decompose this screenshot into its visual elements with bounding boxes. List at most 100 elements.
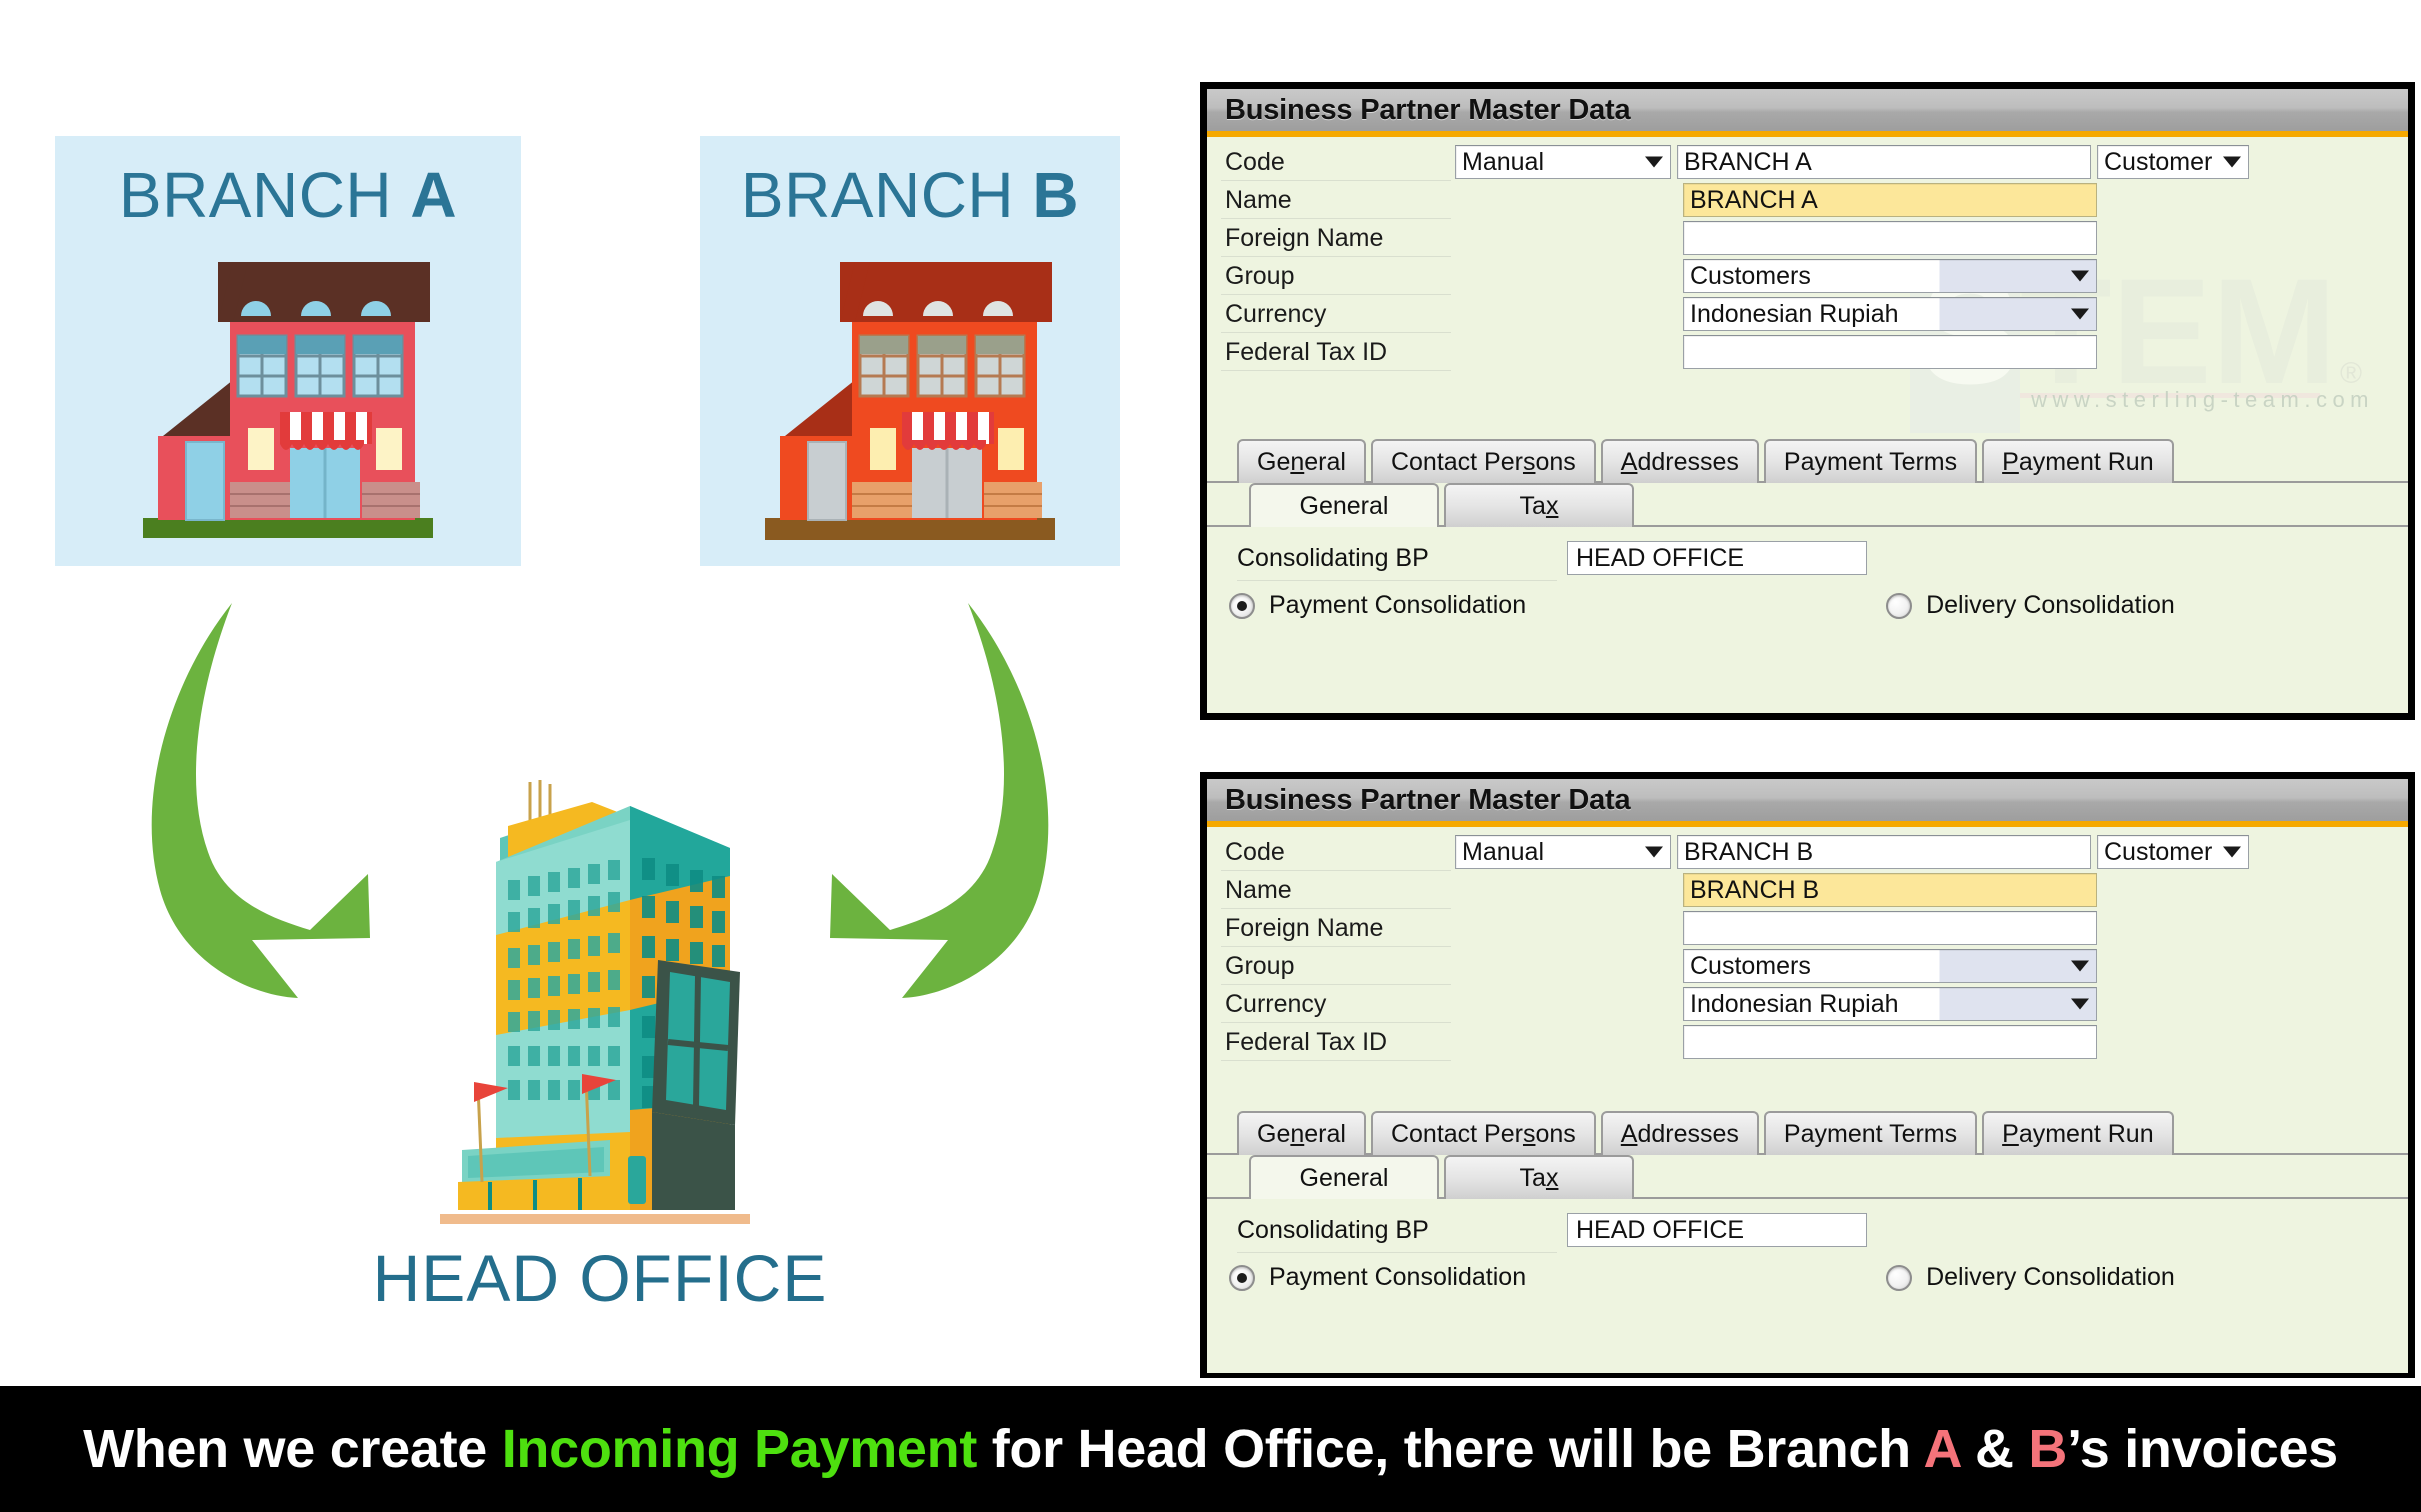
name-label: Name: [1207, 876, 1455, 909]
branch-b-panel: BRANCH B: [700, 136, 1120, 566]
window-body: Code Manual BRANCH B Customer Name BRANC…: [1207, 827, 2408, 1367]
field-row-code: Code Manual BRANCH B Customer: [1207, 833, 2408, 871]
tab-contact-persons[interactable]: Contact Per s ons: [1370, 439, 1596, 483]
caption-text: When we create Incoming Payment for Head…: [83, 1418, 2338, 1480]
delivery-consolidation-label: Delivery Consolidation: [1926, 591, 2175, 619]
delivery-consolidation-label: Delivery Consolidation: [1926, 1263, 2175, 1291]
caption-part-2: for Head Office, there will be Branch: [977, 1419, 1924, 1479]
tab-addresses[interactable]: Addresses: [1600, 1111, 1759, 1155]
branch-b-shop-icon: [765, 262, 1055, 540]
caption-highlight-a: A: [1923, 1419, 1961, 1479]
field-row-group: Group Customers: [1207, 947, 2408, 985]
payment-consolidation-radio[interactable]: [1229, 592, 1255, 619]
code-label: Code: [1207, 148, 1455, 181]
payment-consolidation-label: Payment Consolidation: [1269, 591, 1527, 619]
chevron-down-icon: [2071, 998, 2089, 1010]
branch-b-label: BRANCH B: [740, 159, 1080, 231]
code-mode-dropdown[interactable]: Manual: [1455, 145, 1671, 179]
currency-dropdown[interactable]: Indonesian Rupiah: [1683, 987, 2097, 1021]
subtab-general[interactable]: General: [1249, 1155, 1439, 1199]
caption-bar: When we create Incoming Payment for Head…: [0, 1386, 2421, 1512]
consolidation-radio-group: Payment Consolidation Delivery Consolida…: [1207, 1247, 2408, 1292]
federal-tax-id-input[interactable]: [1683, 1025, 2097, 1059]
main-tabs: Ge n eral Contact Per s ons Addresses Paymen…: [1207, 437, 2408, 483]
name-input[interactable]: BRANCH B: [1683, 873, 2097, 907]
subtab-general[interactable]: General: [1249, 483, 1439, 527]
federal-tax-id-input[interactable]: [1683, 335, 2097, 369]
code-label: Code: [1207, 838, 1455, 871]
partner-type-dropdown[interactable]: Customer: [2097, 145, 2249, 179]
tab-payment-terms[interactable]: Payment Terms: [1763, 1111, 1978, 1155]
tab-general[interactable]: Ge n eral: [1237, 1111, 1366, 1155]
federal-tax-id-label: Federal Tax ID: [1207, 338, 1455, 371]
head-office-skyscraper-icon: [440, 780, 750, 1224]
field-row-name: Name BRANCH A: [1207, 181, 2408, 219]
code-value-input[interactable]: BRANCH B: [1677, 835, 2091, 869]
branch-a-shop-icon: [143, 262, 433, 538]
consolidating-bp-input[interactable]: HEAD OFFICE: [1567, 541, 1867, 575]
consolidating-bp-label: Consolidating BP: [1237, 544, 1567, 581]
business-partner-master-data-window-a: Business Partner Master Data S TEM ® www…: [1200, 82, 2415, 720]
window-body: S TEM ® www.sterling-team.com Code Manua…: [1207, 137, 2408, 707]
name-label: Name: [1207, 186, 1455, 219]
subtab-tax[interactable]: Ta x: [1444, 1155, 1634, 1199]
tab-payment-run[interactable]: Payment Run: [1982, 439, 2174, 483]
sub-tabs: General Ta x: [1207, 481, 2408, 527]
tab-payment-run[interactable]: Payment Run: [1982, 1111, 2174, 1155]
code-value-input[interactable]: BRANCH A: [1677, 145, 2091, 179]
consolidating-bp-row: Consolidating BP HEAD OFFICE: [1207, 527, 2408, 581]
caption-part-3: &: [1960, 1419, 2029, 1479]
arrow-branch-b-to-head-office-icon: [830, 603, 1049, 998]
tab-contact-persons[interactable]: Contact Per s ons: [1370, 1111, 1596, 1155]
branch-a-label: BRANCH A: [118, 159, 458, 231]
chevron-down-icon: [2223, 846, 2241, 858]
consolidating-bp-row: Consolidating BP HEAD OFFICE: [1207, 1199, 2408, 1253]
foreign-name-input[interactable]: [1683, 911, 2097, 945]
arrow-branch-a-to-head-office-icon: [151, 603, 370, 998]
consolidating-bp-input[interactable]: HEAD OFFICE: [1567, 1213, 1867, 1247]
group-dropdown[interactable]: Customers: [1683, 949, 2097, 983]
tab-payment-terms[interactable]: Payment Terms: [1763, 439, 1978, 483]
head-office-label: HEAD OFFICE: [372, 1241, 828, 1315]
field-row-currency: Currency Indonesian Rupiah: [1207, 985, 2408, 1023]
delivery-consolidation-radio[interactable]: [1886, 592, 1913, 619]
caption-highlight-b: B: [2028, 1419, 2068, 1479]
payment-consolidation-radio[interactable]: [1229, 1264, 1255, 1291]
chevron-down-icon: [1645, 846, 1663, 858]
currency-label: Currency: [1207, 300, 1455, 333]
foreign-name-label: Foreign Name: [1207, 914, 1455, 947]
tab-general[interactable]: Ge n eral: [1237, 439, 1366, 483]
partner-type-dropdown[interactable]: Customer: [2097, 835, 2249, 869]
field-row-code: Code Manual BRANCH A Customer: [1207, 143, 2408, 181]
chevron-down-icon: [2071, 308, 2089, 320]
field-row-foreign-name: Foreign Name: [1207, 219, 2408, 257]
sub-tabs: General Ta x: [1207, 1153, 2408, 1199]
consolidating-bp-label: Consolidating BP: [1237, 1216, 1567, 1253]
window-titlebar: Business Partner Master Data: [1207, 89, 2408, 137]
consolidation-diagram: BRANCH A BRANCH B HEAD OFFICE: [0, 0, 1200, 1380]
name-input[interactable]: BRANCH A: [1683, 183, 2097, 217]
consolidation-radio-group: Payment Consolidation Delivery Consolida…: [1207, 575, 2408, 620]
field-row-federal-tax-id: Federal Tax ID: [1207, 333, 2408, 371]
window-titlebar: Business Partner Master Data: [1207, 779, 2408, 827]
chevron-down-icon: [2071, 960, 2089, 972]
foreign-name-label: Foreign Name: [1207, 224, 1455, 257]
field-row-name: Name BRANCH B: [1207, 871, 2408, 909]
foreign-name-input[interactable]: [1683, 221, 2097, 255]
field-row-currency: Currency Indonesian Rupiah: [1207, 295, 2408, 333]
caption-part-4: ’s invoices: [2067, 1419, 2338, 1479]
caption-highlight-incoming-payment: Incoming Payment: [501, 1419, 978, 1479]
currency-dropdown[interactable]: Indonesian Rupiah: [1683, 297, 2097, 331]
delivery-consolidation-radio[interactable]: [1886, 1264, 1913, 1291]
code-mode-dropdown[interactable]: Manual: [1455, 835, 1671, 869]
tab-addresses[interactable]: Addresses: [1600, 439, 1759, 483]
group-dropdown[interactable]: Customers: [1683, 259, 2097, 293]
subtab-tax[interactable]: Ta x: [1444, 483, 1634, 527]
chevron-down-icon: [1645, 156, 1663, 168]
field-row-foreign-name: Foreign Name: [1207, 909, 2408, 947]
caption-separator: [0, 1378, 2421, 1386]
federal-tax-id-label: Federal Tax ID: [1207, 1028, 1455, 1061]
branch-a-panel: BRANCH A: [55, 136, 521, 566]
field-row-group: Group Customers: [1207, 257, 2408, 295]
field-row-federal-tax-id: Federal Tax ID: [1207, 1023, 2408, 1061]
